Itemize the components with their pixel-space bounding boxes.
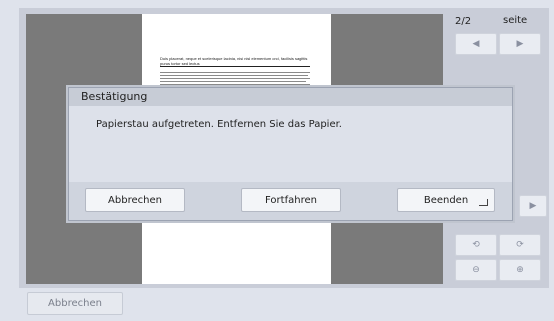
- end-button[interactable]: Beenden: [397, 188, 495, 212]
- dialog-button-bar: Abbrechen Fortfahren Beenden: [69, 182, 512, 220]
- end-label: Beenden: [423, 194, 469, 206]
- bottom-bar: Abbrechen: [0, 288, 554, 321]
- text-line: [160, 72, 310, 73]
- text-line: [160, 81, 306, 82]
- dialog-message: Papierstau aufgetreten. Entfernen Sie da…: [96, 119, 342, 130]
- dialog-titlebar: Bestätigung: [69, 88, 512, 106]
- confirmation-dialog: Bestätigung Papierstau aufgetreten. Entf…: [68, 87, 513, 221]
- dialog-title: Bestätigung: [81, 90, 148, 103]
- zoom-in-button[interactable]: ⊕: [499, 259, 541, 281]
- chevron-left-icon: ◀: [472, 39, 480, 49]
- continue-button[interactable]: Fortfahren: [241, 188, 341, 212]
- dialog-body: Papierstau aufgetreten. Entfernen Sie da…: [69, 106, 512, 182]
- next-page-button[interactable]: ▶: [499, 33, 541, 55]
- dialog-cancel-button[interactable]: Abbrechen: [85, 188, 185, 212]
- prev-page-button[interactable]: ◀: [455, 33, 497, 55]
- enter-icon: [479, 199, 488, 206]
- rotate-right-button[interactable]: ⟳: [499, 234, 541, 256]
- chevron-right-icon: ▶: [516, 39, 524, 49]
- text-line: [160, 78, 310, 79]
- text-line: [160, 75, 308, 76]
- footer-cancel-button[interactable]: Abbrechen: [27, 292, 123, 315]
- zoom-in-icon: ⊕: [516, 265, 524, 275]
- rotate-left-button[interactable]: ⟲: [455, 234, 497, 256]
- dialog-cancel-label: Abbrechen: [108, 194, 162, 206]
- page-counter: 2/2: [455, 16, 472, 27]
- footer-cancel-label: Abbrechen: [48, 298, 102, 309]
- document-heading: Duis placerat, neque et scelerisque laci…: [160, 56, 308, 66]
- page-label: seite: [503, 15, 528, 26]
- zoom-out-button[interactable]: ⊖: [455, 259, 497, 281]
- rotate-right-icon: ⟳: [516, 240, 524, 250]
- text-line: [160, 84, 310, 85]
- heading-rule: [160, 66, 310, 67]
- continue-label: Fortfahren: [265, 194, 317, 206]
- chevron-right-icon: ▶: [529, 201, 537, 211]
- rotate-left-icon: ⟲: [472, 240, 480, 250]
- scroll-right-button[interactable]: ▶: [519, 195, 547, 217]
- zoom-out-icon: ⊖: [472, 265, 480, 275]
